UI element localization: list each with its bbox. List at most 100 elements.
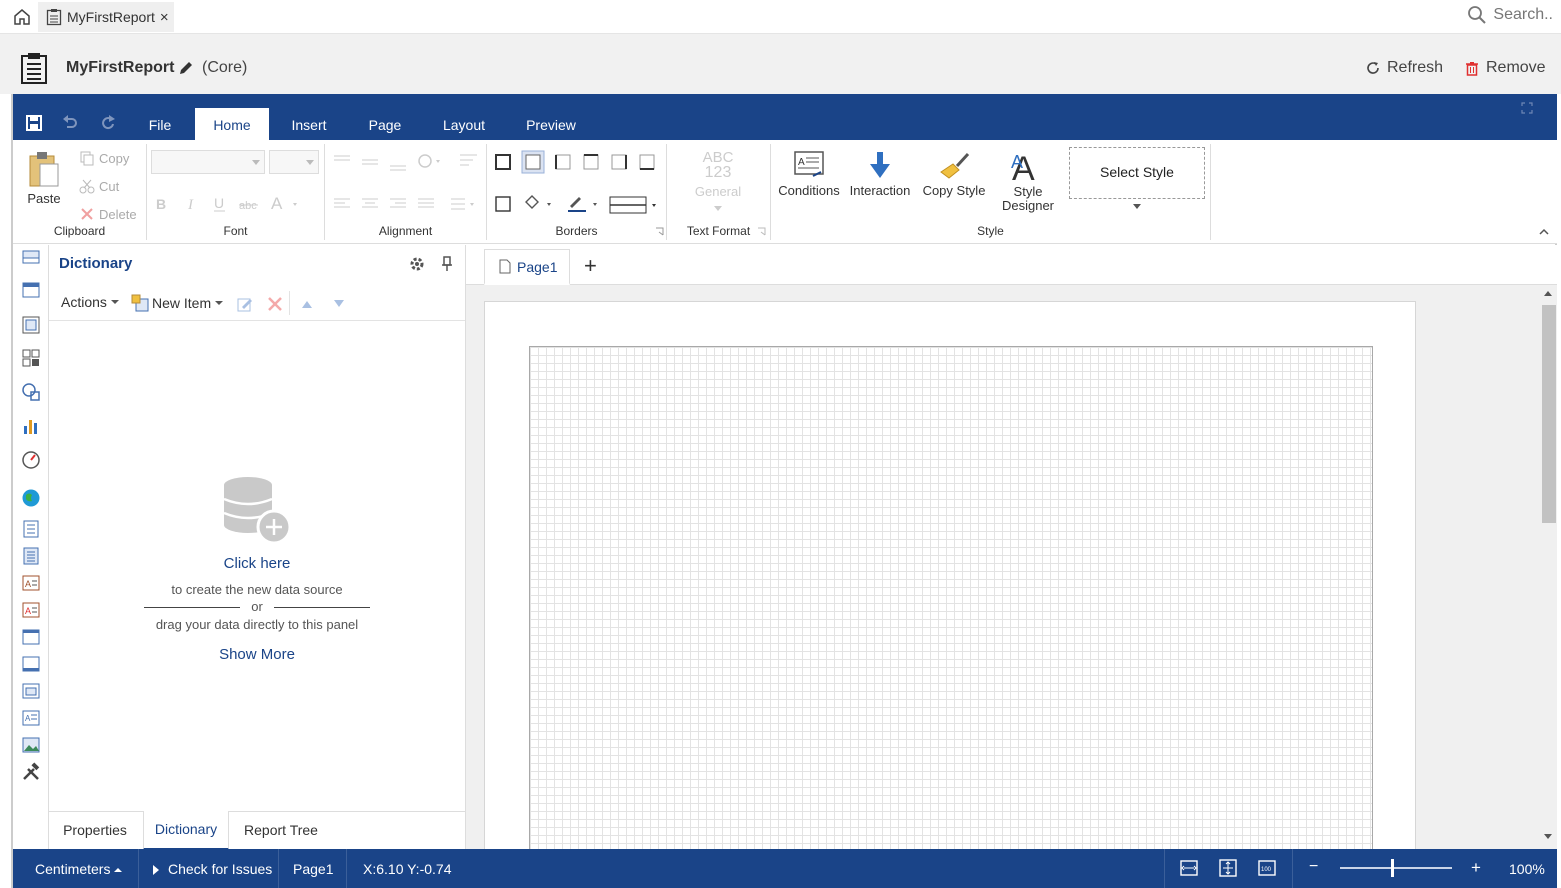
scrollbar-thumb[interactable]: [1542, 305, 1556, 523]
header-band-icon[interactable]: [21, 281, 41, 301]
undo-icon[interactable]: [61, 114, 79, 132]
report-title-band-icon[interactable]: [21, 249, 41, 269]
style-designer-button[interactable]: AA Style Designer: [995, 150, 1061, 213]
actions-menu[interactable]: Actions: [61, 294, 119, 310]
align-left-icon[interactable]: [333, 196, 351, 212]
text-component-icon[interactable]: [21, 519, 41, 539]
tools-icon[interactable]: [21, 762, 41, 782]
show-more-link[interactable]: Show More: [49, 646, 465, 663]
delete-icon[interactable]: [267, 296, 283, 312]
cross-band-icon[interactable]: [21, 315, 41, 335]
gauge-icon[interactable]: [21, 450, 41, 470]
dialog-launcher-icon[interactable]: [757, 227, 766, 236]
search-box[interactable]: Search..: [1467, 5, 1553, 25]
check-issues-button[interactable]: Check for Issues: [139, 849, 279, 888]
border-left-icon[interactable]: [555, 154, 571, 170]
border-all-icon[interactable]: [495, 154, 511, 170]
gear-icon[interactable]: [409, 256, 425, 272]
vertical-scrollbar[interactable]: [1539, 285, 1557, 849]
move-down-icon[interactable]: [333, 299, 345, 309]
close-tab-icon[interactable]: ×: [160, 9, 169, 26]
shapes-icon[interactable]: [21, 382, 41, 402]
footer-panel-icon[interactable]: [21, 654, 41, 674]
font-size-combo[interactable]: [269, 150, 319, 174]
remove-button[interactable]: Remove: [1465, 59, 1546, 77]
strikethrough-icon[interactable]: abc: [239, 198, 259, 212]
pencil-icon[interactable]: [178, 60, 194, 76]
tab-dictionary[interactable]: Dictionary: [143, 811, 229, 850]
tab-report-tree[interactable]: Report Tree: [233, 812, 329, 850]
border-color-icon[interactable]: [567, 194, 601, 214]
new-item-menu[interactable]: New Item: [131, 294, 224, 312]
zoom-slider-thumb[interactable]: [1391, 859, 1395, 877]
move-up-icon[interactable]: [301, 299, 313, 309]
tab-page[interactable]: Page: [353, 108, 417, 140]
chart-icon[interactable]: [21, 416, 41, 436]
refresh-button[interactable]: Refresh: [1366, 59, 1443, 77]
italic-icon[interactable]: I: [185, 196, 199, 212]
align-right-icon[interactable]: [389, 196, 407, 212]
cut-button[interactable]: Cut: [79, 178, 119, 194]
align-center-icon[interactable]: [361, 196, 379, 212]
border-none-icon[interactable]: [521, 150, 545, 174]
actual-size-icon[interactable]: 100: [1258, 859, 1276, 877]
select-style-dropdown[interactable]: Select Style: [1069, 147, 1205, 209]
text-in-cells-icon[interactable]: A: [21, 573, 41, 593]
paste-button[interactable]: Paste: [23, 150, 65, 206]
fill-color-icon[interactable]: [523, 194, 555, 214]
tab-home[interactable]: Home: [195, 108, 269, 140]
system-text-icon[interactable]: A: [21, 600, 41, 620]
conditions-button[interactable]: A Conditions: [777, 150, 841, 198]
align-bottom-icon[interactable]: [389, 158, 407, 172]
image-icon[interactable]: [21, 735, 41, 755]
tab-layout[interactable]: Layout: [431, 108, 497, 140]
font-color-icon[interactable]: A: [271, 194, 305, 212]
zoom-slider[interactable]: [1340, 867, 1452, 869]
dialog-launcher-icon[interactable]: [655, 227, 664, 236]
edit-icon[interactable]: [237, 296, 253, 312]
home-icon[interactable]: [12, 7, 32, 27]
fit-width-icon[interactable]: [1180, 859, 1198, 877]
map-icon[interactable]: [21, 488, 41, 508]
interaction-button[interactable]: Interaction: [847, 150, 913, 198]
justify-icon[interactable]: [417, 196, 435, 212]
border-line-icon[interactable]: [609, 196, 661, 214]
table-icon[interactable]: A: [21, 708, 41, 728]
copy-button[interactable]: Copy: [79, 150, 129, 166]
scroll-up-icon[interactable]: [1544, 291, 1552, 296]
border-right-icon[interactable]: [611, 154, 627, 170]
tab-properties[interactable]: Properties: [49, 812, 141, 850]
redo-icon[interactable]: [99, 114, 117, 132]
tab-file[interactable]: File: [133, 108, 187, 140]
collapse-ribbon-icon[interactable]: [1539, 227, 1549, 237]
add-page-button[interactable]: +: [584, 253, 597, 279]
save-icon[interactable]: [25, 114, 43, 132]
font-name-combo[interactable]: [151, 150, 265, 174]
border-top-icon[interactable]: [583, 154, 599, 170]
text-format-button[interactable]: ABC 123 General: [683, 150, 753, 214]
scroll-down-icon[interactable]: [1544, 834, 1552, 839]
tab-preview[interactable]: Preview: [513, 108, 589, 140]
word-wrap-icon[interactable]: [459, 152, 479, 170]
copy-style-button[interactable]: Copy Style: [919, 150, 989, 198]
align-top-icon[interactable]: [333, 154, 351, 168]
sub-report-icon[interactable]: [21, 681, 41, 701]
border-style-icon[interactable]: [495, 196, 511, 212]
page-grid[interactable]: [529, 346, 1373, 849]
border-bottom-icon[interactable]: [639, 154, 655, 170]
units-selector[interactable]: Centimeters: [13, 849, 139, 888]
page-tab[interactable]: Page1: [484, 249, 570, 285]
pin-icon[interactable]: [441, 256, 453, 272]
bold-icon[interactable]: B: [155, 196, 169, 212]
line-spacing-icon[interactable]: [445, 196, 479, 212]
fullscreen-icon[interactable]: [1521, 102, 1533, 114]
zoom-in-button[interactable]: +: [1471, 849, 1481, 888]
rotate-text-icon[interactable]: [417, 152, 445, 170]
rich-text-icon[interactable]: [21, 546, 41, 566]
underline-icon[interactable]: U: [213, 196, 227, 212]
fit-page-icon[interactable]: [1219, 859, 1237, 877]
document-tab[interactable]: MyFirstReport ×: [38, 2, 174, 32]
cross-tab-icon[interactable]: [21, 348, 41, 368]
panel-icon[interactable]: [21, 627, 41, 647]
delete-button[interactable]: Delete: [79, 206, 137, 222]
